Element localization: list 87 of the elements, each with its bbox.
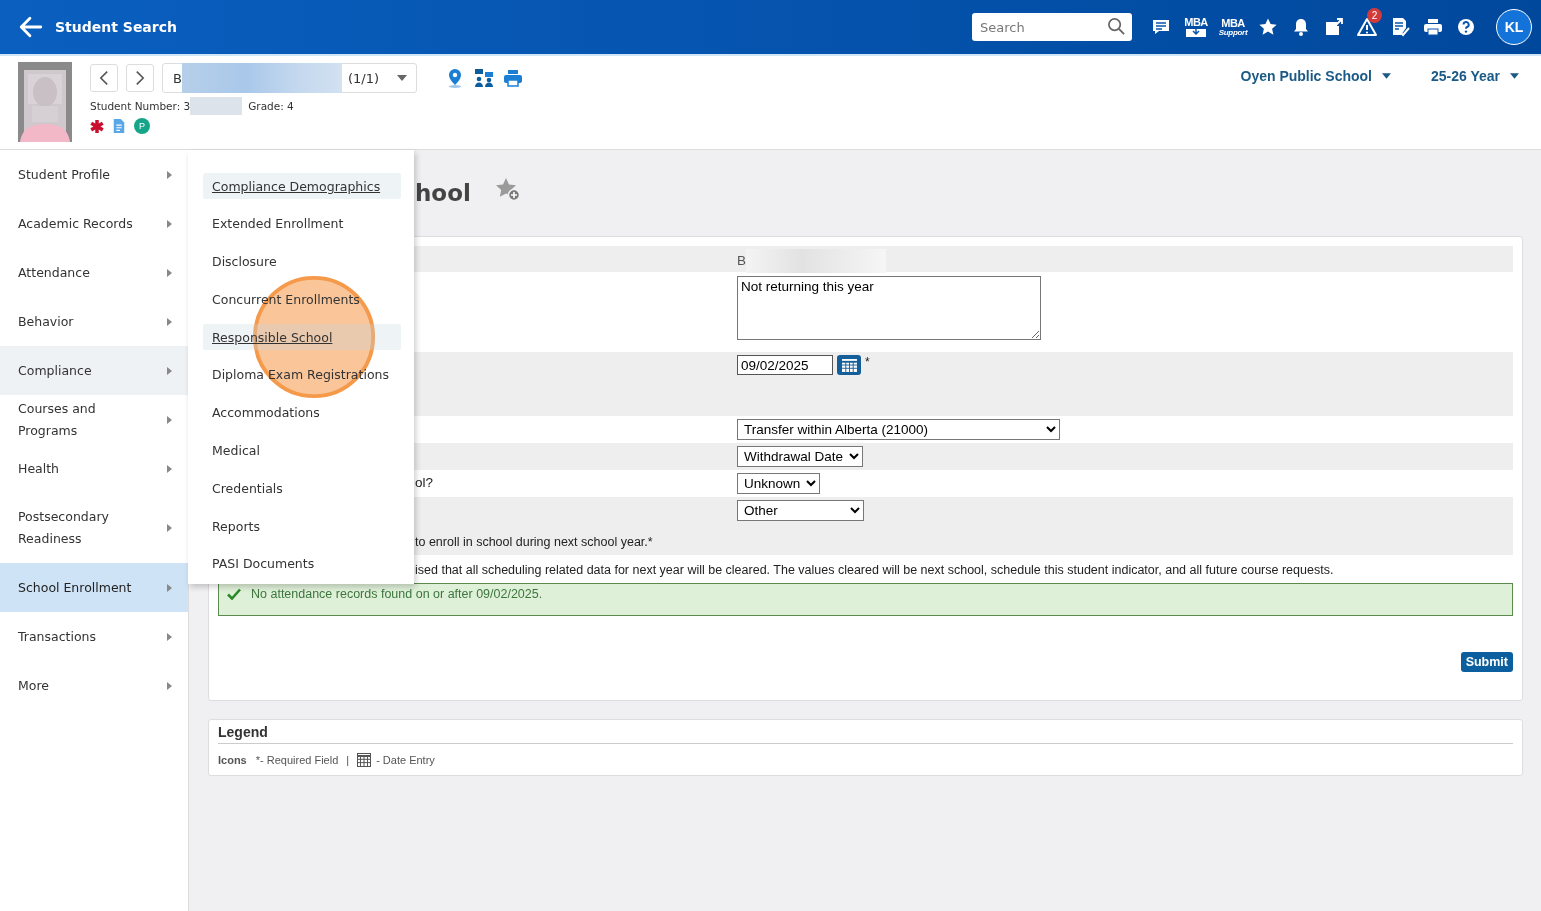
back-link[interactable]: Student Search (18, 14, 177, 40)
sidebar-item[interactable]: Academic Records (0, 199, 188, 248)
caret-icon (167, 524, 172, 532)
caret-icon (167, 317, 172, 326)
caret-icon (167, 464, 172, 473)
sidebar-item[interactable]: Health (0, 444, 188, 493)
submit-button[interactable]: Submit (1460, 652, 1513, 672)
menu-item[interactable]: PASI Documents (203, 550, 401, 577)
redacted-block (190, 97, 243, 115)
search-icon (1107, 17, 1126, 36)
mba-button[interactable]: MBA (1184, 17, 1208, 37)
document-check-icon[interactable] (1390, 17, 1410, 37)
chevron-left-icon (99, 70, 109, 86)
caret-icon (167, 268, 172, 277)
date-field[interactable]: 09/02/2025 (737, 355, 833, 375)
menu-item[interactable]: Accommodations (203, 399, 401, 426)
select-field[interactable]: Other (737, 500, 864, 521)
caret-icon (1381, 73, 1391, 79)
legend-label: Icons (218, 754, 247, 766)
select-field[interactable]: Transfer within Alberta (21000) (737, 419, 1060, 440)
success-message: No attendance records found on or after 09/02/2025. (218, 583, 1513, 616)
sidebar-item[interactable]: Postsecondary Readiness (0, 493, 188, 563)
menu-item[interactable]: Compliance Demographics (203, 173, 401, 199)
sidebar-item[interactable]: Attendance (0, 248, 188, 297)
notice-text: ised that all scheduling related data for next year will be cleared. The values cleared will be next school, schedule this student indicator, and all future course requests. (415, 563, 1335, 577)
caret-icon (397, 75, 407, 81)
people-icon[interactable] (474, 68, 494, 88)
star-add-icon[interactable] (494, 177, 521, 203)
caret-icon (167, 170, 172, 179)
comment-field[interactable]: Not returning this year (737, 276, 1041, 340)
back-arrow-icon (18, 14, 44, 40)
legend-item: - Date Entry (376, 754, 435, 766)
chevron-right-icon (135, 70, 145, 86)
field-label: to enroll in school during next school year.* (415, 535, 653, 549)
select-field[interactable]: Unknown (737, 473, 820, 494)
search-field[interactable]: Search (972, 13, 1132, 41)
student-select[interactable]: B (1/1) (162, 63, 417, 93)
menu-item[interactable]: Diploma Exam Registrations (203, 362, 401, 388)
warning-icon[interactable] (1357, 17, 1377, 37)
document-icon[interactable] (112, 119, 126, 133)
sidebar-item[interactable]: Behavior (0, 297, 188, 346)
star-icon[interactable] (1258, 17, 1278, 37)
menu-item[interactable]: Medical (203, 437, 401, 464)
next-button[interactable] (126, 64, 154, 92)
message-icon[interactable] (1151, 17, 1171, 37)
sidebar-item[interactable]: Student Profile (0, 150, 188, 199)
printer-icon[interactable] (503, 68, 523, 88)
caret-icon (167, 681, 172, 690)
previous-button[interactable] (90, 64, 118, 92)
school-dropdown[interactable]: Oyen Public School (1240, 68, 1391, 84)
caret-icon (167, 415, 172, 424)
legend-title: Legend (218, 724, 1513, 744)
select-field[interactable]: Withdrawal Date (737, 446, 863, 467)
user-avatar[interactable]: KL (1496, 9, 1532, 45)
caret-icon (1510, 73, 1519, 79)
page-title: hool (415, 180, 471, 206)
caret-icon (167, 219, 172, 228)
caret-icon (167, 366, 172, 375)
sidebar-item[interactable]: Courses and Programs (0, 395, 188, 444)
help-icon[interactable] (1456, 17, 1476, 37)
sidebar-item[interactable]: Compliance (0, 346, 188, 395)
calendar-icon (841, 358, 857, 372)
grade-label: Grade: 4 (248, 100, 294, 112)
menu-item[interactable]: Disclosure (203, 248, 401, 275)
legend-item: *- Required Field (255, 754, 339, 766)
medical-icon[interactable] (90, 119, 104, 133)
menu-item[interactable]: Credentials (203, 475, 401, 502)
printer-icon[interactable] (1423, 17, 1443, 37)
bell-icon[interactable] (1291, 17, 1311, 37)
required-mark: * (865, 355, 870, 369)
menu-item[interactable]: Extended Enrollment (203, 210, 401, 237)
student-number: Student Number: 3 (90, 100, 191, 112)
menu-item[interactable]: Reports (203, 513, 401, 540)
field-value: B (737, 253, 746, 268)
sidebar-item[interactable]: More (0, 661, 188, 710)
tray-download-icon (1185, 29, 1207, 37)
calendar-icon (357, 753, 372, 767)
calendar-button[interactable] (837, 355, 861, 375)
notification-badge: 2 (1367, 8, 1382, 23)
sidebar-item[interactable]: Transactions (0, 612, 188, 661)
field-label: ol? (415, 475, 433, 490)
year-dropdown[interactable]: 25-26 Year (1430, 68, 1519, 84)
caret-icon (167, 632, 172, 641)
check-icon (227, 588, 241, 600)
separator-text: | (346, 754, 350, 766)
caret-icon (167, 583, 172, 592)
sidebar-item[interactable]: School Enrollment (0, 563, 188, 612)
